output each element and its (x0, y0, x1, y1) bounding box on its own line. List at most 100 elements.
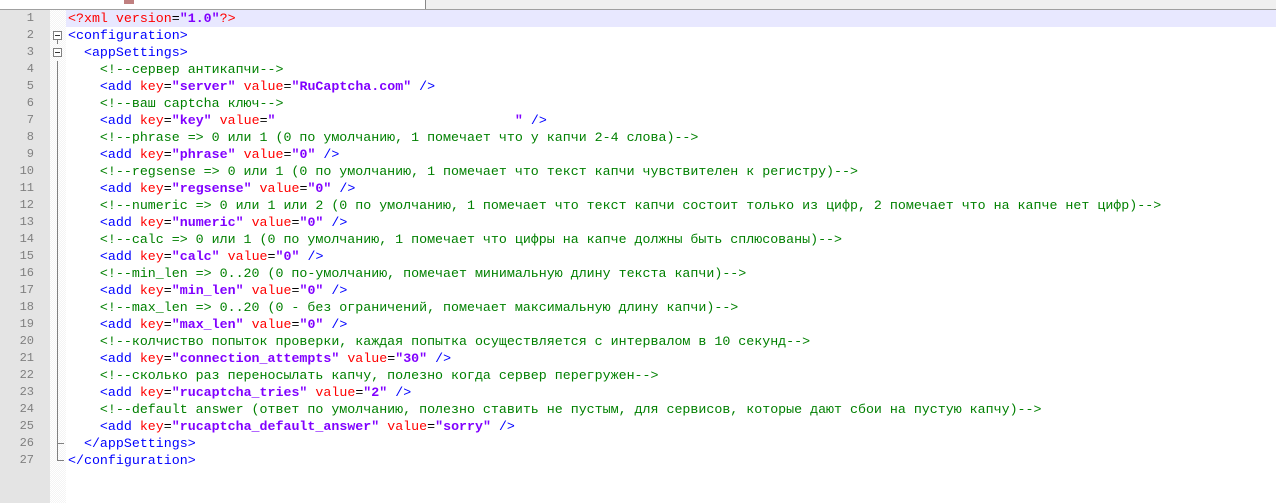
line-number: 13 (19, 215, 34, 229)
token-str: "rucaptcha_default_answer" (171, 419, 380, 434)
code-line[interactable]: 9 <add key="phrase" value="0" /> (0, 146, 1276, 163)
code-text: <configuration> (66, 27, 1276, 44)
code-line[interactable]: 4 <!--сервер антикапчи--> (0, 61, 1276, 78)
code-line[interactable]: 5 <add key="server" value="RuCaptcha.com… (0, 78, 1276, 95)
fold-line (57, 282, 58, 299)
token-attr: key (139, 249, 164, 264)
code-line[interactable]: 27 </configuration> (0, 452, 1276, 469)
code-line[interactable]: 6 <!--ваш captcha ключ--> (0, 95, 1276, 112)
code-text: <?xml version="1.0"?> (66, 10, 1276, 27)
fold-end-marker (57, 452, 64, 461)
token-str: "2" (363, 385, 388, 400)
token-str: "phrase" (171, 147, 236, 162)
token-attr: value (251, 181, 300, 196)
token-attr: key (139, 147, 164, 162)
token-com: <!--ваш captcha ключ--> (99, 96, 284, 111)
close-tab-icon[interactable] (124, 0, 134, 4)
fold-line (57, 418, 58, 435)
line-number: 16 (19, 266, 34, 280)
code-line[interactable]: 18 <!--max_len => 0..20 (0 - без огранич… (0, 299, 1276, 316)
token-str: "1.0" (179, 11, 220, 26)
token-tag: <add (99, 385, 140, 400)
token-str: "RuCaptcha.com" (291, 79, 412, 94)
line-number: 27 (19, 453, 34, 467)
fold-line (57, 61, 58, 78)
token-tag: /> (411, 79, 436, 94)
code-line[interactable]: 23 <add key="rucaptcha_tries" value="2" … (0, 384, 1276, 401)
code-line[interactable]: 24 <!--default answer (ответ по умолчани… (0, 401, 1276, 418)
token-attr: key (139, 351, 164, 366)
code-line[interactable]: 2 <configuration> (0, 27, 1276, 44)
token-txt: = (267, 249, 276, 264)
token-com: <!--колчиство попыток проверки, каждая п… (99, 334, 811, 349)
line-number: 19 (19, 317, 34, 331)
token-txt: = (163, 385, 172, 400)
line-number: 26 (19, 436, 34, 450)
token-txt: = (163, 317, 172, 332)
code-line[interactable]: 1 <?xml version="1.0"?> (0, 10, 1276, 27)
code-line[interactable]: 21 <add key="connection_attempts" value=… (0, 350, 1276, 367)
code-line[interactable]: 10 <!--regsense => 0 или 1 (0 по умолчан… (0, 163, 1276, 180)
line-number: 9 (26, 147, 34, 161)
tab-bar (0, 0, 1276, 10)
token-com: <!--numeric => 0 или 1 или 2 (0 по умолч… (99, 198, 1162, 213)
code-line[interactable]: 12 <!--numeric => 0 или 1 или 2 (0 по ум… (0, 197, 1276, 214)
code-line[interactable]: 14 <!--calc => 0 или 1 (0 по умолчанию, … (0, 231, 1276, 248)
token-str: "0" (307, 181, 332, 196)
fold-line (57, 299, 58, 316)
code-line[interactable]: 13 <add key="numeric" value="0" /> (0, 214, 1276, 231)
code-text: <add key="max_len" value="0" /> (66, 316, 1276, 333)
code-line[interactable]: 19 <add key="max_len" value="0" /> (0, 316, 1276, 333)
code-line[interactable]: 7 <add key="key" value=" " /> (0, 112, 1276, 129)
fold-collapse-icon[interactable] (53, 48, 62, 57)
token-str: "key" (171, 113, 212, 128)
file-tab[interactable] (0, 0, 426, 9)
code-line[interactable]: 22 <!--сколько раз переносылать капчу, п… (0, 367, 1276, 384)
token-tag: /> (323, 283, 348, 298)
code-editor[interactable]: 1 <?xml version="1.0"?> 2 <configuration> 3 … (0, 10, 1276, 469)
code-line[interactable]: 11 <add key="regsense" value="0" /> (0, 180, 1276, 197)
token-txt: = (163, 113, 172, 128)
token-tag: </appSettings> (83, 436, 196, 451)
line-number: 24 (19, 402, 34, 416)
token-attr: key (139, 283, 164, 298)
fold-line (57, 401, 58, 418)
fold-line (57, 316, 58, 333)
token-str: "0" (291, 147, 316, 162)
token-txt: = (259, 113, 268, 128)
code-line[interactable]: 26 </appSettings> (0, 435, 1276, 452)
token-txt: = (163, 419, 172, 434)
fold-line (57, 248, 58, 265)
token-str: "0" (299, 317, 324, 332)
token-com: <!--regsense => 0 или 1 (0 по умолчанию,… (99, 164, 858, 179)
code-line[interactable]: 8 <!--phrase => 0 или 1 (0 по умолчанию,… (0, 129, 1276, 146)
line-number: 20 (19, 334, 34, 348)
code-line[interactable]: 20 <!--колчиство попыток проверки, кажда… (0, 333, 1276, 350)
line-number: 10 (19, 164, 34, 178)
token-tag: <configuration> (68, 28, 188, 43)
code-text: <add key="min_len" value="0" /> (66, 282, 1276, 299)
code-text: <!--default answer (ответ по умолчанию, … (66, 401, 1276, 418)
line-number: 12 (19, 198, 34, 212)
token-attr: value (219, 249, 268, 264)
token-tag: /> (490, 419, 515, 434)
fold-end-marker (57, 435, 64, 444)
fold-collapse-icon[interactable] (53, 31, 62, 40)
token-tag: /> (522, 113, 547, 128)
token-attr: key (139, 79, 164, 94)
code-line[interactable]: 15 <add key="calc" value="0" /> (0, 248, 1276, 265)
code-line[interactable]: 3 <appSettings> (0, 44, 1276, 61)
token-attr: value (243, 317, 292, 332)
code-text: <add key="server" value="RuCaptcha.com" … (66, 78, 1276, 95)
code-line[interactable]: 17 <add key="min_len" value="0" /> (0, 282, 1276, 299)
code-line[interactable]: 25 <add key="rucaptcha_default_answer" v… (0, 418, 1276, 435)
code-line[interactable]: 16 <!--min_len => 0..20 (0 по-умолчанию,… (0, 265, 1276, 282)
